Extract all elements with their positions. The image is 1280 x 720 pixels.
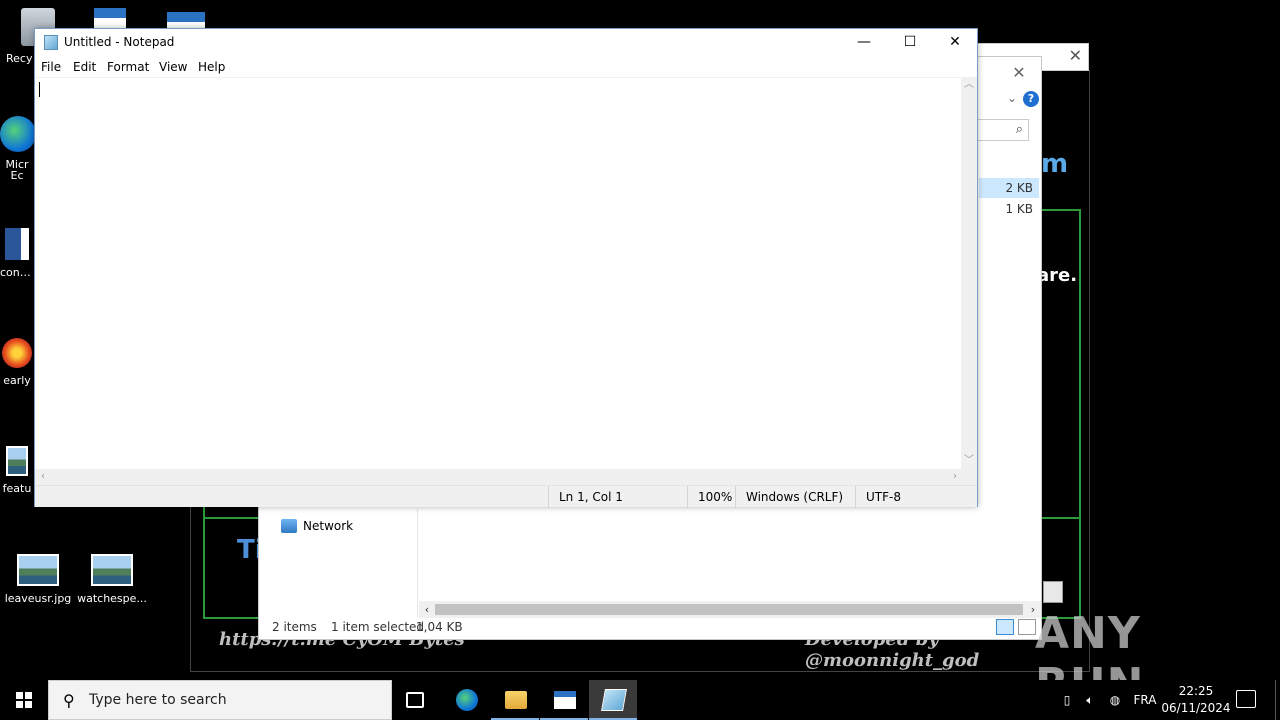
start-button[interactable]	[0, 680, 48, 720]
desktop-icon-label: featu	[2, 482, 32, 495]
maximize-button[interactable]: ☐	[887, 29, 933, 57]
desktop-icon-label: watchespe...	[77, 592, 147, 605]
scrollbar-corner	[961, 469, 977, 485]
scroll-up-icon[interactable]: ︿	[961, 77, 977, 93]
menu-format[interactable]: Format	[107, 60, 149, 74]
taskbar: ⚲ Type here to search ▯ 🔈︎ ◍ FRA 22:25 0…	[0, 680, 1280, 720]
horizontal-scrollbar[interactable]: ‹ ›	[35, 469, 963, 485]
clock[interactable]: 22:25 06/11/2024	[1160, 683, 1232, 717]
file-size-cell[interactable]: 2 KB	[979, 178, 1039, 198]
status-cursor-position: Ln 1, Col 1	[548, 486, 687, 508]
scroll-thumb[interactable]	[435, 604, 1023, 615]
status-item-count: 2 items	[272, 620, 317, 634]
large-icons-view-button[interactable]	[1018, 619, 1036, 635]
status-encoding: UTF-8	[855, 486, 963, 508]
app-button[interactable]	[1043, 581, 1063, 603]
chevron-down-icon[interactable]: ⌄	[1007, 91, 1017, 105]
help-icon[interactable]: ?	[1023, 91, 1039, 107]
app-title-fragment: m	[1041, 149, 1069, 179]
scroll-down-icon[interactable]: ﹀	[961, 453, 977, 469]
notepad-status-bar: Ln 1, Col 1 100% Windows (CRLF) UTF-8	[35, 485, 977, 508]
edge-icon	[0, 116, 36, 152]
clock-time: 22:25	[1178, 684, 1214, 698]
status-line-ending: Windows (CRLF)	[735, 486, 855, 508]
task-view-icon	[406, 692, 424, 708]
language-indicator[interactable]: FRA	[1130, 680, 1160, 720]
app-text-fragment: are.	[1037, 265, 1078, 286]
explorer-status-bar: 2 items 1 item selected 1,04 KB	[259, 615, 1041, 639]
taskbar-edge[interactable]	[442, 680, 490, 720]
close-button[interactable]: ✕	[932, 29, 978, 57]
clock-date: 06/11/2024	[1161, 701, 1231, 715]
windows-logo-icon	[16, 692, 32, 708]
status-selection: 1 item selected	[331, 620, 425, 634]
application-icon	[554, 691, 576, 709]
word-document-icon	[5, 228, 29, 260]
close-icon[interactable]: ✕	[1009, 63, 1029, 83]
status-zoom: 100%	[687, 486, 735, 508]
search-box[interactable]: ⌕	[975, 119, 1029, 141]
details-view-button[interactable]	[996, 619, 1014, 635]
volume-icon[interactable]: 🔈︎	[1080, 680, 1100, 720]
menu-view[interactable]: View	[159, 60, 187, 74]
folder-icon	[505, 691, 527, 709]
menu-help[interactable]: Help	[198, 60, 225, 74]
notepad-window[interactable]: Untitled - Notepad — ☐ ✕ File Edit Forma…	[34, 28, 978, 508]
image-file-icon	[6, 446, 28, 476]
network-icon	[281, 519, 297, 533]
document-icon	[94, 8, 126, 30]
desktop-icon-label: early	[3, 374, 31, 387]
desktop-icon-leaveusr[interactable]: leaveusr.jpg	[0, 554, 76, 605]
image-file-icon	[2, 338, 32, 368]
nav-item-network[interactable]: Network	[281, 519, 353, 533]
desktop-icon-word-doc[interactable]: contra	[0, 228, 34, 279]
menu-bar: File Edit Format View Help	[35, 57, 977, 77]
edge-icon	[456, 689, 478, 711]
menu-edit[interactable]: Edit	[73, 60, 96, 74]
title-bar[interactable]: Untitled - Notepad — ☐ ✕	[35, 29, 977, 57]
notification-icon[interactable]	[1236, 690, 1256, 708]
notepad-icon	[44, 35, 58, 50]
notepad-icon	[601, 689, 627, 711]
scroll-left-icon[interactable]: ‹	[35, 469, 51, 485]
network-globe-icon[interactable]: ◍	[1104, 680, 1126, 720]
image-file-icon	[17, 554, 59, 586]
menu-file[interactable]: File	[41, 60, 61, 74]
desktop-icon-watchespe[interactable]: watchespe...	[74, 554, 150, 605]
desktop-icon-early[interactable]: early	[0, 338, 34, 387]
desktop-icon-label: leaveusr.jpg	[4, 592, 72, 605]
nav-item-label: Network	[303, 519, 354, 533]
device-icon[interactable]: ▯	[1058, 680, 1076, 720]
file-size-cell[interactable]: 1 KB	[979, 199, 1039, 219]
close-icon[interactable]: ✕	[1069, 46, 1082, 65]
desktop-icon-featu[interactable]: featu	[0, 446, 34, 495]
taskbar-file-explorer[interactable]	[491, 680, 539, 720]
status-size: 1,04 KB	[416, 620, 463, 634]
vertical-scrollbar[interactable]: ︿ ﹀	[961, 77, 977, 469]
taskbar-search-box[interactable]: ⚲ Type here to search	[48, 680, 392, 720]
taskbar-notepad[interactable]	[589, 680, 637, 720]
task-view-button[interactable]	[392, 680, 440, 720]
text-editor-area[interactable]	[35, 77, 963, 469]
search-icon: ⌕	[1015, 122, 1023, 137]
minimize-button[interactable]: —	[841, 29, 887, 57]
desktop-icon-edge[interactable]: Micr Ec	[0, 116, 36, 182]
taskbar-app[interactable]	[540, 680, 588, 720]
window-title: Untitled - Notepad	[64, 35, 175, 49]
image-file-icon	[91, 554, 133, 586]
show-desktop-button[interactable]	[1275, 680, 1280, 720]
text-caret	[39, 82, 40, 97]
nav-pane-divider	[417, 509, 418, 617]
search-placeholder: Type here to search	[89, 692, 227, 708]
desktop-icon-label: contra	[0, 266, 34, 279]
anyrun-watermark: ANY RUN	[1035, 608, 1143, 710]
search-icon: ⚲	[63, 691, 75, 710]
